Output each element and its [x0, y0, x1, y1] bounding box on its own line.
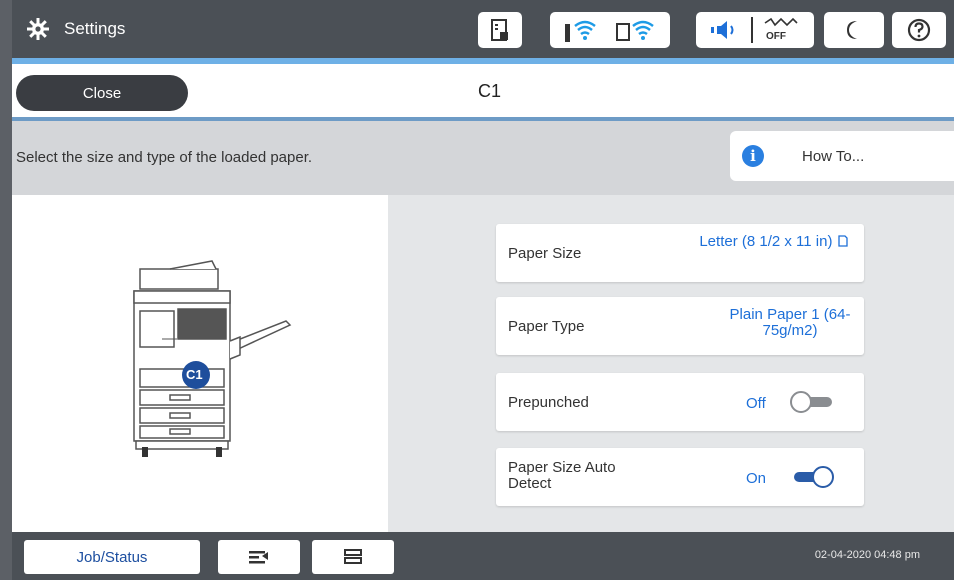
wifi-icon — [565, 20, 596, 42]
paper-size-value: Letter (8 1/2 x 11 in) — [694, 234, 854, 250]
prepunched-toggle[interactable] — [790, 391, 836, 413]
tray-c1-badge: C1 — [186, 367, 203, 382]
wifi-direct-icon — [616, 20, 654, 41]
how-to-label: How To... — [802, 147, 865, 165]
help-icon — [907, 18, 931, 42]
paper-type-row[interactable]: Paper Type Plain Paper 1 (64-75g/m2) — [496, 297, 864, 355]
paper-orientation-icon — [837, 235, 848, 247]
paper-tray-icon — [344, 549, 362, 564]
paper-size-row[interactable]: Paper Size Letter (8 1/2 x 11 in) — [496, 224, 864, 282]
network-status-button[interactable] — [550, 12, 670, 48]
screen-title: C1 — [478, 81, 502, 101]
interrupt-icon — [249, 551, 268, 564]
paper-size-label: Paper Size — [508, 245, 582, 262]
prepunched-label: Prepunched — [508, 394, 589, 411]
printer-illustration — [133, 260, 292, 457]
paper-type-value: Plain Paper 1 (64-75g/m2) — [729, 306, 851, 339]
settings-title: Settings — [64, 19, 126, 38]
printer-status-icon — [491, 19, 508, 41]
printer-panel: Settings OFF Close C1 Select the size an… — [12, 0, 954, 580]
info-icon: i — [742, 145, 764, 167]
auto-detect-state-text: On — [746, 470, 767, 487]
tray-info-button[interactable] — [312, 540, 394, 574]
how-to-button[interactable]: i How To... — [730, 131, 954, 181]
printer-status-button[interactable] — [478, 12, 522, 48]
printer-illustration-pane: C1 — [12, 195, 388, 532]
paper-type-label: Paper Type — [508, 318, 585, 335]
instruction-text: Select the size and type of the loaded p… — [16, 149, 313, 166]
status-bar: Settings OFF — [12, 0, 954, 58]
paper-size-auto-detect-label: Paper Size Auto Detect — [508, 459, 616, 492]
help-button[interactable] — [892, 12, 946, 48]
instruction-bar: Select the size and type of the loaded p… — [12, 121, 954, 195]
job-status-button[interactable]: Job/Status — [24, 540, 200, 574]
date-time: 02-04-2020 04:48 pm — [814, 549, 920, 561]
title-bar: Close C1 — [12, 64, 954, 117]
sound-icon — [711, 21, 734, 39]
sleep-moon-icon — [847, 21, 857, 39]
sound-and-power-button[interactable]: OFF — [696, 12, 814, 48]
sleep-button[interactable] — [824, 12, 884, 48]
close-button[interactable]: Close — [16, 75, 188, 111]
prepunched-row[interactable]: Prepunched Off — [496, 373, 864, 431]
stop-copy-button[interactable] — [218, 540, 300, 574]
gear-icon — [27, 18, 49, 40]
prepunched-state-text: Off — [746, 395, 766, 412]
bottom-bar: Job/Status 02-04-2020 04:48 pm — [12, 532, 954, 580]
auto-detect-toggle[interactable] — [790, 466, 836, 488]
power-saving-off-label: OFF — [766, 31, 786, 42]
paper-size-auto-detect-row[interactable]: Paper Size Auto Detect On — [496, 448, 864, 506]
settings-header: Settings — [26, 17, 125, 41]
